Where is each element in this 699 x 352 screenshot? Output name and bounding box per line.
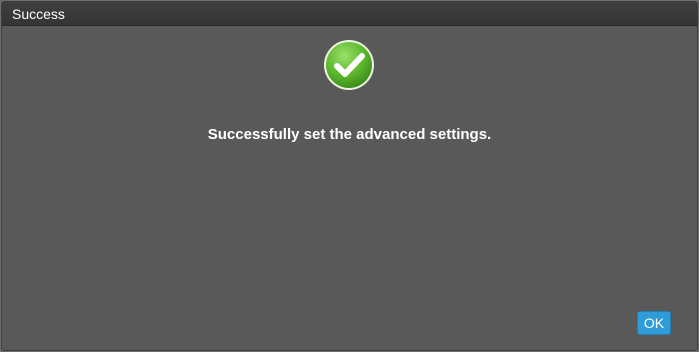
success-dialog: Success Successfully set the advanced se… — [1, 1, 698, 351]
ok-button[interactable]: OK — [637, 311, 671, 335]
check-circle-icon — [324, 40, 374, 90]
dialog-titlebar: Success — [2, 2, 697, 26]
success-message: Successfully set the advanced settings. — [207, 126, 492, 143]
dialog-title: Success — [12, 6, 65, 22]
